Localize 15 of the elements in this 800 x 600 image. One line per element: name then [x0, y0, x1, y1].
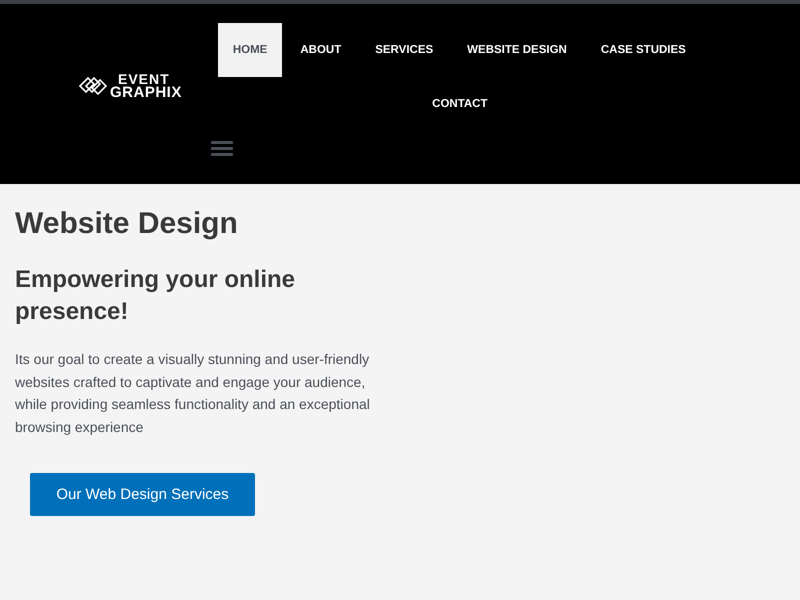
subtitle: Empowering your online presence! — [15, 265, 296, 327]
nav-link[interactable]: WEBSITE DESIGN — [451, 23, 583, 77]
menu-icon[interactable] — [210, 140, 233, 156]
nav-link[interactable]: SERVICES — [359, 23, 450, 77]
logo-icon — [78, 75, 108, 97]
nav-link[interactable]: ABOUT — [284, 23, 358, 77]
page-title: Website Design — [15, 206, 239, 242]
nav-link[interactable]: CASE STUDIES — [584, 23, 702, 77]
services-button[interactable]: Our Web Design Services — [30, 472, 255, 516]
logo-text: EVENT — [118, 72, 170, 86]
description: Its our goal to create a visually stunning and user-friendly websites crafted to captivate and engage your audience, while providing seamless functionality and an exceptional browsing experience — [15, 350, 371, 438]
logo[interactable]: EVENT GRAPHIX — [78, 72, 182, 100]
logo-text: GRAPHIX — [110, 86, 182, 100]
nav-link[interactable]: HOME — [218, 23, 282, 77]
nav-link[interactable]: CONTACT — [416, 77, 504, 131]
